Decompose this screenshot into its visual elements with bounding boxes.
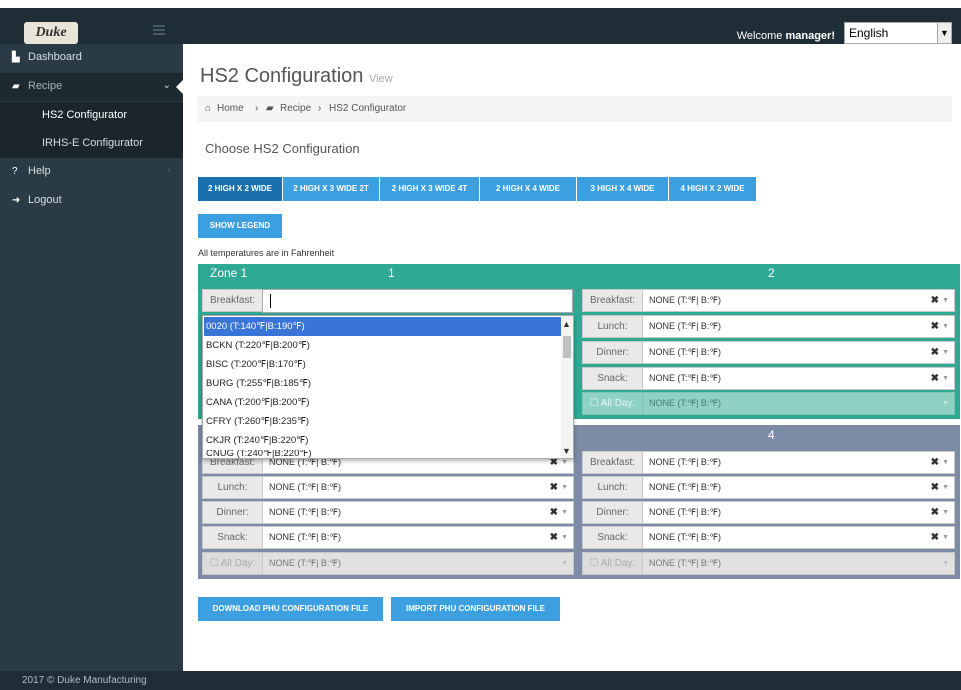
scroll-down-icon[interactable]: ▼: [562, 446, 571, 456]
username: manager!: [785, 30, 835, 42]
tab-2x2[interactable]: 2 HIGH X 2 WIDE: [198, 177, 282, 201]
slot-4-breakfast-row[interactable]: Breakfast: NONE (T:℉| B:℉) ✖ ▼: [582, 451, 955, 474]
sidebar-item-hs2-configurator[interactable]: HS2 Configurator: [0, 102, 183, 130]
list-item[interactable]: CKJR (T:240℉|B:220℉): [204, 431, 562, 450]
slot-4-label: 4: [768, 428, 775, 442]
chevron-left-icon: ‹: [167, 165, 171, 176]
slot-1-label: 1: [388, 266, 395, 280]
dropdown-scrollbar[interactable]: ▲ ▼: [561, 316, 573, 458]
clear-icon[interactable]: ✖: [550, 476, 558, 499]
slot-2-breakfast-row[interactable]: Breakfast: NONE (T:℉| B:℉) ✖ ▼: [582, 289, 955, 312]
clear-icon[interactable]: ✖: [931, 289, 939, 312]
chevron-down-icon[interactable]: ▼: [942, 315, 949, 338]
download-config-button[interactable]: DOWNLOAD PHU CONFIGURATION FILE: [198, 597, 383, 621]
chevron-down-icon[interactable]: ▼: [942, 526, 949, 549]
slot-4-snack-row[interactable]: Snack: NONE (T:℉| B:℉) ✖ ▼: [582, 526, 955, 549]
list-item[interactable]: 0020 (T:140℉|B:190℉): [204, 317, 562, 336]
chevron-down-icon: ▼: [561, 560, 568, 567]
list-item[interactable]: BURG (T:255℉|B:185℉): [204, 374, 562, 393]
book-icon: ▰: [12, 81, 20, 92]
breadcrumb-current: HS2 Configurator: [329, 103, 407, 114]
choose-label: Choose HS2 Configuration: [205, 141, 360, 156]
duke-logo[interactable]: Duke: [24, 22, 78, 44]
chevron-down-icon[interactable]: ▼: [942, 451, 949, 474]
breakfast-label: Breakfast:: [202, 289, 263, 312]
chevron-down-icon: ⌄: [162, 80, 171, 91]
chevron-down-icon[interactable]: ▼: [561, 476, 568, 499]
clear-icon[interactable]: ✖: [931, 367, 939, 390]
chevron-down-icon[interactable]: ▼: [942, 476, 949, 499]
tab-2x4[interactable]: 2 HIGH X 4 WIDE: [480, 177, 576, 201]
sidebar-item-dashboard[interactable]: ▙ Dashboard: [0, 44, 183, 72]
page-subtitle: View: [369, 73, 393, 85]
question-icon: ?: [12, 166, 18, 177]
clear-icon[interactable]: ✖: [931, 526, 939, 549]
clear-icon[interactable]: ✖: [931, 315, 939, 338]
chevron-down-icon[interactable]: ▼: [942, 501, 949, 524]
list-item[interactable]: BISC (T:200℉|B:170℉): [204, 355, 562, 374]
breadcrumb-home[interactable]: Home: [217, 103, 244, 114]
clear-icon[interactable]: ✖: [550, 501, 558, 524]
footer: 2017 © Duke Manufacturing: [0, 671, 961, 690]
list-item[interactable]: CANA (T:200℉|B:200℉): [204, 393, 562, 412]
chevron-down-icon[interactable]: ▼: [561, 501, 568, 524]
slot-4-allday-row: ☐ All Day: NONE (T:℉| B:℉) ▼: [582, 552, 955, 575]
slot-2-dinner-row[interactable]: Dinner: NONE (T:℉| B:℉) ✖ ▼: [582, 341, 955, 364]
chevron-down-icon[interactable]: ▼: [937, 23, 951, 43]
slot-2-allday-row: ☐ All Day: NONE (T:℉| B:℉) ▼: [582, 392, 955, 415]
tab-2x3-2t[interactable]: 2 HIGH X 3 WIDE 2T: [283, 177, 379, 201]
chevron-down-icon[interactable]: ▼: [942, 341, 949, 364]
sidebar: ▙ Dashboard ▰ Recipe ⌄ HS2 Configurator …: [0, 44, 184, 690]
temperature-note: All temperatures are in Fahrenheit: [198, 248, 335, 258]
clear-icon[interactable]: ✖: [550, 526, 558, 549]
slot-4-dinner-row[interactable]: Dinner: NONE (T:℉| B:℉) ✖ ▼: [582, 501, 955, 524]
zone-1-header: Zone 1 1 2: [198, 264, 960, 282]
bar-chart-icon: ▙: [12, 52, 20, 63]
clear-icon[interactable]: ✖: [931, 501, 939, 524]
page-title: HS2 Configuration View: [200, 65, 393, 87]
recipe-dropdown-list[interactable]: 0020 (T:140℉|B:190℉) BCKN (T:220℉|B:200℉…: [202, 315, 574, 459]
top-navbar: Duke Welcome manager! English ▼: [0, 8, 961, 44]
slot-3-dinner-row[interactable]: Dinner: NONE (T:℉| B:℉) ✖ ▼: [202, 501, 574, 524]
slot-3-allday-row: ☐ All Day: NONE (T:℉| B:℉) ▼: [202, 552, 574, 575]
slot-3-snack-row[interactable]: Snack: NONE (T:℉| B:℉) ✖ ▼: [202, 526, 574, 549]
welcome-text: Welcome manager!: [736, 30, 835, 42]
sidebar-item-irhs-e-configurator[interactable]: IRHS-E Configurator: [0, 130, 183, 158]
show-legend-button[interactable]: SHOW LEGEND: [198, 214, 282, 238]
tab-2x3-4t[interactable]: 2 HIGH X 3 WIDE 4T: [380, 177, 479, 201]
scroll-thumb[interactable]: [563, 336, 571, 358]
list-item[interactable]: CFRY (T:260℉|B:235℉): [204, 412, 562, 431]
sidebar-item-logout[interactable]: ➜ Logout: [0, 187, 183, 215]
breadcrumb-recipe[interactable]: Recipe: [280, 103, 311, 114]
chevron-down-icon[interactable]: ▼: [561, 526, 568, 549]
slot-2-snack-row[interactable]: Snack: NONE (T:℉| B:℉) ✖ ▼: [582, 367, 955, 390]
clear-icon[interactable]: ✖: [931, 341, 939, 364]
list-item[interactable]: CNUG (T:240℉|B:220℉): [204, 450, 562, 458]
logout-icon: ➜: [12, 195, 21, 206]
tab-3x4[interactable]: 3 HIGH X 4 WIDE: [577, 177, 668, 201]
slot-2-label: 2: [768, 266, 775, 280]
breadcrumb: ⌂ Home › ▰ Recipe › HS2 Configurator: [197, 96, 952, 122]
slot-4-lunch-row[interactable]: Lunch: NONE (T:℉| B:℉) ✖ ▼: [582, 476, 955, 499]
import-config-button[interactable]: IMPORT PHU CONFIGURATION FILE: [391, 597, 560, 621]
slot-3-lunch-row[interactable]: Lunch: NONE (T:℉| B:℉) ✖ ▼: [202, 476, 574, 499]
book-icon: ▰: [266, 103, 274, 114]
tab-4x2[interactable]: 4 HIGH X 2 WIDE: [669, 177, 756, 201]
chevron-down-icon[interactable]: ▼: [942, 289, 949, 312]
recipe-search-input[interactable]: [262, 289, 573, 313]
sidebar-item-recipe[interactable]: ▰ Recipe ⌄: [0, 73, 184, 101]
list-item[interactable]: BCKN (T:220℉|B:200℉): [204, 336, 562, 355]
slot-2-lunch-row[interactable]: Lunch: NONE (T:℉| B:℉) ✖ ▼: [582, 315, 955, 338]
language-select[interactable]: English ▼: [844, 22, 952, 44]
clear-icon[interactable]: ✖: [931, 451, 939, 474]
home-icon: ⌂: [205, 103, 212, 114]
sidebar-item-help[interactable]: ? Help ‹: [0, 158, 183, 186]
clear-icon[interactable]: ✖: [931, 476, 939, 499]
chevron-down-icon: ▼: [942, 400, 949, 407]
chevron-down-icon[interactable]: ▼: [942, 367, 949, 390]
menu-toggle-icon[interactable]: [153, 25, 165, 35]
scroll-up-icon[interactable]: ▲: [562, 319, 571, 329]
chevron-down-icon: ▼: [942, 560, 949, 567]
